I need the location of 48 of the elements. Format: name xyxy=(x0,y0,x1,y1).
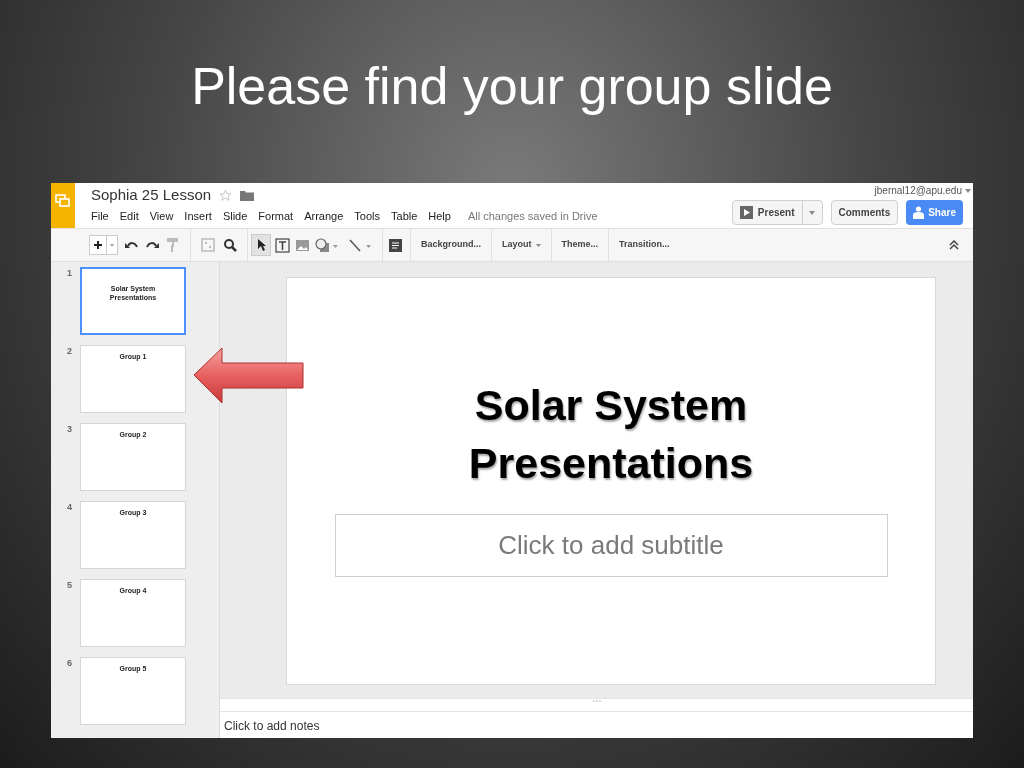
menu-item[interactable]: Edit xyxy=(119,208,139,225)
toolbar-button[interactable]: Layout xyxy=(491,229,551,261)
slide-number: 3 xyxy=(67,423,73,436)
redo-icon[interactable] xyxy=(146,240,159,250)
slide-number: 1 xyxy=(67,267,73,280)
menu-item[interactable]: Slide xyxy=(222,208,248,225)
image-icon[interactable] xyxy=(296,239,309,251)
toolbar-button[interactable]: Transition... xyxy=(608,229,680,261)
save-status[interactable]: All changes saved in Drive xyxy=(467,208,598,225)
collapse-icon[interactable] xyxy=(949,240,959,250)
speaker-notes-icon[interactable] xyxy=(389,238,402,252)
speaker-notes-placeholder[interactable]: Click to add notes xyxy=(224,719,320,733)
document-title[interactable]: Sophia 25 Lesson xyxy=(91,183,212,207)
caret-icon[interactable] xyxy=(965,188,971,193)
zoom-icon[interactable] xyxy=(224,238,237,252)
slide-number: 4 xyxy=(67,501,73,514)
slide-number: 5 xyxy=(67,579,73,592)
menu-item[interactable]: Format xyxy=(258,208,294,225)
caret-icon xyxy=(535,243,541,247)
select-tool-button[interactable] xyxy=(251,234,271,256)
menu-item[interactable]: File xyxy=(91,208,109,225)
star-icon[interactable] xyxy=(219,188,233,202)
caret-icon xyxy=(809,210,815,215)
undo-icon[interactable] xyxy=(125,240,138,250)
folder-icon[interactable] xyxy=(240,189,255,201)
menu-item[interactable]: Help xyxy=(428,208,451,225)
toolbar-button[interactable]: Theme... xyxy=(550,229,609,261)
account-email[interactable]: jbernal12@apu.edu xyxy=(874,183,962,198)
menu-item[interactable]: Arrange xyxy=(304,208,344,225)
toolbar-button[interactable]: Background... xyxy=(410,229,491,261)
shape-icon[interactable] xyxy=(315,238,339,252)
text-box-icon[interactable] xyxy=(275,237,290,253)
slide-heading[interactable]: Solar System Presentations xyxy=(468,376,754,492)
menu-item[interactable]: Table xyxy=(391,208,418,225)
comments-button[interactable]: Comments xyxy=(830,200,899,225)
line-icon[interactable] xyxy=(349,238,373,252)
menu-item[interactable]: Insert xyxy=(184,208,212,225)
cursor-icon xyxy=(256,239,266,251)
slide-canvas[interactable]: Solar System Presentations Click to add subtitle xyxy=(286,277,936,685)
slide-number: 2 xyxy=(67,345,73,358)
slide-number: 6 xyxy=(67,657,73,670)
subtitle-placeholder[interactable]: Click to add subtitle xyxy=(334,514,888,577)
caret-icon xyxy=(106,236,117,254)
play-icon xyxy=(739,206,753,219)
person-icon xyxy=(913,206,925,219)
menu-item[interactable]: Tools xyxy=(354,208,380,225)
new-slide-button[interactable] xyxy=(89,235,118,255)
menu-item[interactable]: View xyxy=(149,208,174,225)
